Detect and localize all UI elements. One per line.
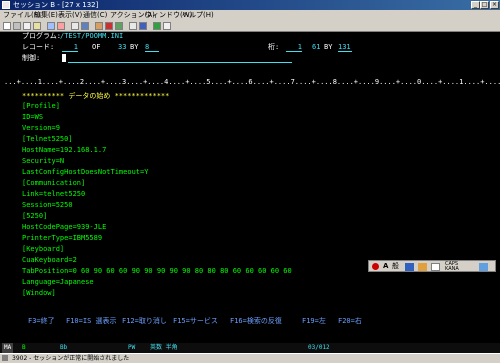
macro-record-icon[interactable] [95,22,103,30]
record-input[interactable]: 1 [62,43,78,52]
ime-logo-icon [372,263,379,270]
record-by-label: BY [130,43,139,51]
title-bar: セッション B - [27 x 132] _ □ × [0,0,500,10]
record-label: レコード: [22,43,55,51]
status-field-2: PW [128,344,136,351]
column-by-input[interactable]: 131 [338,43,352,52]
column-label: 桁: [268,43,280,51]
app-icon[interactable] [2,1,10,9]
fkey-f10[interactable]: F10=IS 選表示 [66,317,117,325]
receive-icon[interactable] [57,22,65,30]
copy-icon[interactable] [23,22,31,30]
ime-options-icon[interactable] [479,263,488,271]
column-input[interactable]: 1 [286,43,302,52]
menu-view[interactable]: 表示(V) [58,10,82,20]
file-line[interactable]: HostName=192.168.1.7 [22,146,106,154]
file-line[interactable]: LastConfigHostDoesNotTimeout=Y [22,168,148,176]
print-screen-icon[interactable] [13,22,21,30]
file-line[interactable]: Version=9 [22,124,60,132]
host-session-icon[interactable] [139,22,147,30]
session-indicator: B [22,344,26,351]
status-field-1: Bb [60,344,68,351]
fkey-f15-service[interactable]: F15=サービス [173,317,218,325]
control-label: 制御: [22,54,41,62]
operator-status-line: MA B Bb PW 英数 半角 03/012 [0,343,500,353]
fkey-f12-cancel[interactable]: F12=取り消し [122,317,167,325]
column-ruler: ...+....1....+....2....+....3....+....4.… [4,78,500,86]
close-button[interactable]: × [490,1,499,9]
control-field-underline[interactable] [68,62,292,63]
message-icon [2,355,8,361]
minimize-button[interactable]: _ [471,1,480,9]
maximize-button[interactable]: □ [480,1,489,9]
menu-bar: ファイル(F) 編集(E) 表示(V) 通信(C) アクション(A) ウィンドウ… [0,10,500,20]
file-line[interactable]: CuaKeyboard=2 [22,256,77,264]
help-icon[interactable] [163,22,171,30]
ime-input-mode: 英数 半角 [150,344,178,351]
network-icon[interactable] [153,22,161,30]
file-line[interactable]: Session=5250 [22,201,73,209]
window-title: セッション B - [27 x 132] [13,1,99,9]
terminal-screen[interactable]: プログラム: /TEST/POOMM.INI レコード: 1 OF 33 BY … [0,32,500,343]
file-line[interactable]: [Keyboard] [22,245,64,253]
status-message: 3902 - セッションが正常に開始されました [12,355,130,362]
fkey-f20-right[interactable]: F20=右 [338,317,362,325]
cursor-position: 03/012 [308,344,330,351]
ime-convert-icon[interactable] [405,263,414,271]
file-line[interactable]: Link=telnet5250 [22,190,85,198]
file-line[interactable]: Security=N [22,157,64,165]
ime-mode[interactable]: A [383,261,388,271]
file-line[interactable]: PrinterType=IBM5589 [22,234,102,242]
column-of: 61 [312,43,321,51]
record-by-input[interactable]: 8 [145,43,159,52]
data-start-marker: ********** データの始め ************* [22,92,170,100]
file-line[interactable]: [Window] [22,289,56,297]
customize-icon[interactable] [129,22,137,30]
indicator-ma: MA [2,343,14,353]
ime-pad-icon[interactable] [418,263,427,271]
file-line[interactable]: TabPosition=0 60 90 60 60 90 90 90 90 90… [22,267,292,275]
fkey-f3-exit[interactable]: F3=終了 [28,317,55,325]
paste-icon[interactable] [33,22,41,30]
ime-kana[interactable]: KANA [445,266,459,272]
display-icon[interactable] [71,22,79,30]
program-value: /TEST/POOMM.INI [60,32,124,40]
print-icon[interactable] [3,22,11,30]
file-line[interactable]: Language=Japanese [22,278,94,286]
ime-toolbar[interactable]: A 般 CAPS KANA [368,260,496,272]
file-line[interactable]: HostCodePage=939-JLE [22,223,106,231]
send-icon[interactable] [47,22,55,30]
program-label: プログラム: [22,32,62,40]
keyboard-map-icon[interactable] [81,22,89,30]
menu-communication[interactable]: 通信(C) [83,10,107,20]
record-total: 33 [118,43,127,51]
macro-play-icon[interactable] [115,22,123,30]
fkey-f16-repeat-find[interactable]: F16=検索の反復 [230,317,282,325]
menu-edit[interactable]: 編集(E) [34,10,58,20]
of-label: OF [92,43,101,51]
file-line[interactable]: [Communication] [22,179,85,187]
macro-stop-icon[interactable] [105,22,113,30]
toolbar [0,20,500,32]
fkey-f19-left[interactable]: F19=左 [302,317,326,325]
ime-label[interactable]: 般 [392,261,399,271]
ime-dictionary-icon[interactable] [431,263,440,271]
file-line[interactable]: [Telnet5250] [22,135,73,143]
file-line[interactable]: [Profile] [22,102,60,110]
file-line[interactable]: ID=WS [22,113,43,121]
message-bar: 3902 - セッションが正常に開始されました [0,353,500,363]
file-line[interactable]: [5250] [22,212,47,220]
column-by-label: BY [324,43,333,51]
menu-help[interactable]: ヘルプ(H) [182,10,214,20]
text-cursor [62,54,66,62]
